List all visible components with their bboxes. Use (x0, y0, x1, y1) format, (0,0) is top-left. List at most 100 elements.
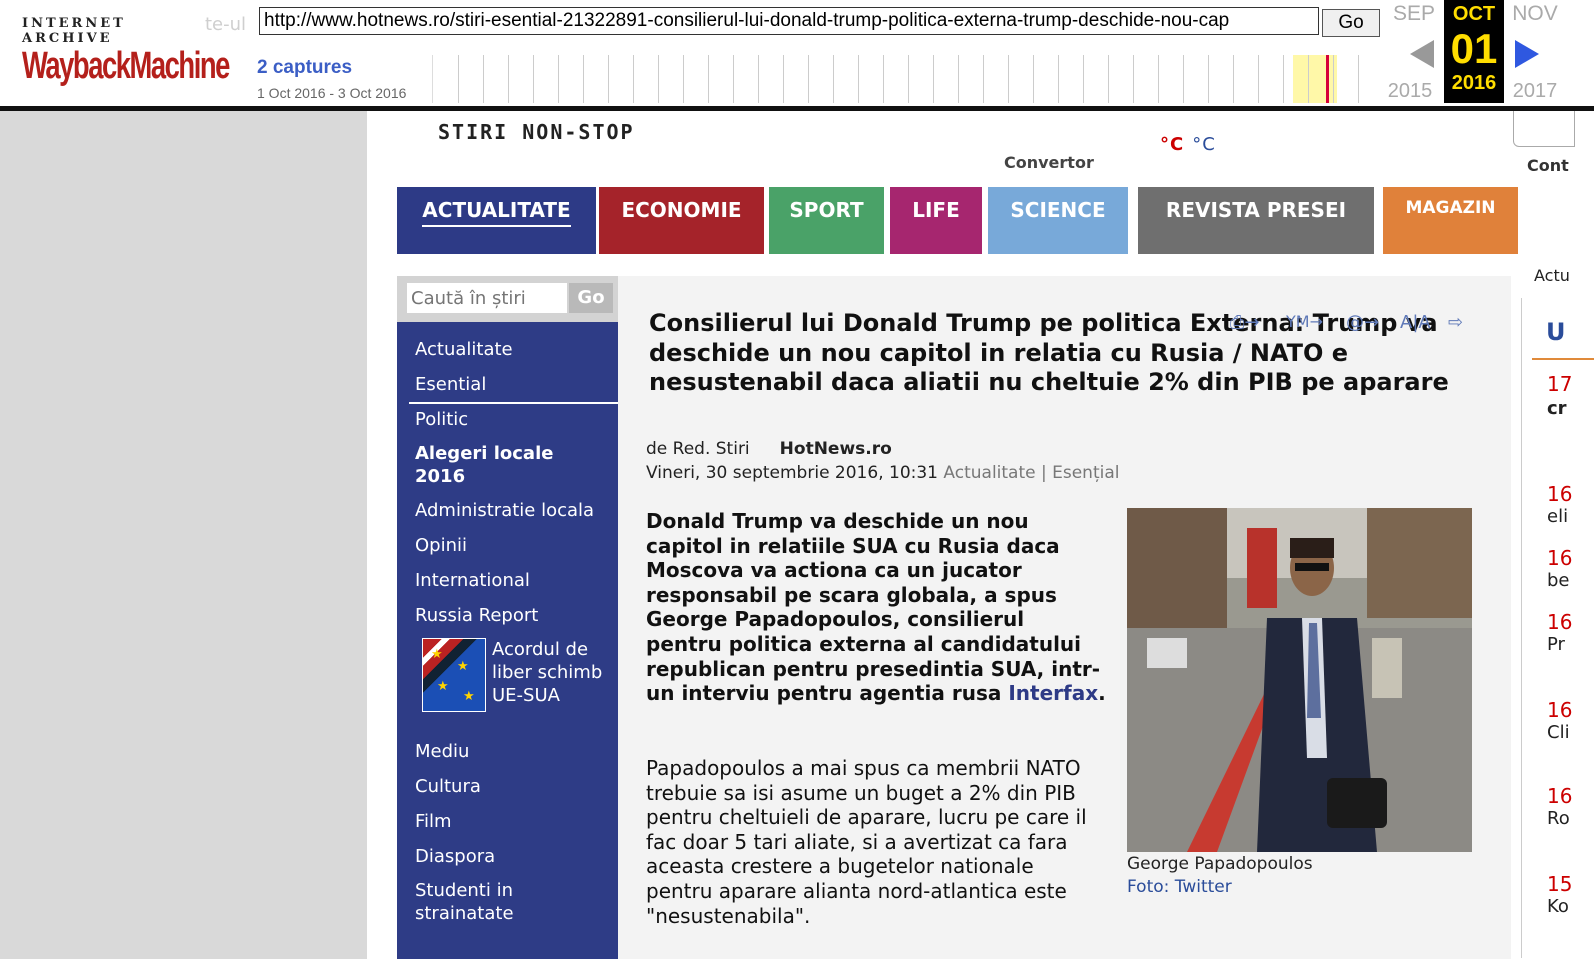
nav-tab-label: SPORT (789, 198, 864, 222)
sidebar-item-administratie-locala[interactable]: Administratie locala (415, 499, 594, 522)
search-input[interactable] (407, 283, 567, 313)
news-time: 16 (1547, 610, 1573, 634)
next-capture-arrow-icon[interactable] (1515, 40, 1539, 68)
sparkline-tick (933, 55, 934, 103)
current-month-highlight (1293, 55, 1337, 103)
url-go-button[interactable]: Go (1322, 9, 1380, 37)
sidebar-item-actualitate[interactable]: Actualitate (415, 338, 513, 361)
sparkline-tick (483, 55, 484, 103)
news-time: 16 (1547, 698, 1573, 722)
news-title[interactable]: eli (1547, 506, 1568, 527)
sidebar-item-opinii[interactable]: Opinii (415, 534, 467, 557)
sidebar-item-esential[interactable]: Esential (415, 373, 486, 396)
sidebar-item-international[interactable]: International (415, 569, 530, 592)
sparkline-tick (958, 55, 959, 103)
news-title[interactable]: Pr (1547, 634, 1565, 655)
article-date: Vineri, 30 septembrie 2016, 10:31 Actual… (646, 463, 1120, 483)
account-link[interactable]: Cont (1527, 156, 1569, 175)
sidebar-item-mediu[interactable]: Mediu (415, 740, 469, 763)
current-capture-date: OCT 01 2016 (1444, 0, 1504, 103)
sparkline-tick (783, 55, 784, 103)
nav-tab-actualitate[interactable]: ACTUALITATE (397, 187, 596, 254)
news-title[interactable]: Cli (1547, 722, 1570, 743)
sparkline-tick (1333, 55, 1334, 103)
prev-capture-arrow-icon[interactable] (1410, 40, 1434, 68)
news-title[interactable]: Ko (1547, 896, 1569, 917)
degree-c2: °C (1192, 134, 1216, 155)
sparkline-tick (1183, 55, 1184, 103)
nav-tab-revista-presei[interactable]: REVISTA PRESEI (1138, 187, 1374, 254)
caption-text: George Papadopoulos (1127, 854, 1313, 874)
next-year-label[interactable]: 2017 (1505, 80, 1565, 103)
prev-year-label[interactable]: 2015 (1380, 80, 1440, 103)
nav-tab-label: ECONOMIE (621, 198, 742, 222)
search-go-button[interactable]: Go (569, 283, 613, 313)
sparkline-tick (533, 55, 534, 103)
sparkline-tick (808, 55, 809, 103)
sparkline-tick (633, 55, 634, 103)
currency-convertor-link[interactable]: Convertor (1004, 153, 1094, 172)
interfax-link[interactable]: Interfax (1008, 681, 1098, 705)
nav-tab-life[interactable]: LIFE (890, 187, 982, 254)
nav-tab-sport[interactable]: SPORT (769, 187, 884, 254)
font-size-icon[interactable]: A|A (1400, 312, 1431, 333)
print-icon[interactable]: ⎙→ (1230, 312, 1259, 333)
news-title[interactable]: cr (1547, 398, 1567, 419)
right-header-letter: U (1546, 318, 1566, 346)
wayback-logo[interactable]: INTERNET ARCHIVE WaybackMachine (22, 16, 230, 87)
sparkline-tick (558, 55, 559, 103)
sparkline-tick (1058, 55, 1059, 103)
share-icon[interactable]: ⇨ (1448, 312, 1463, 333)
nav-tab-science[interactable]: SCIENCE (988, 187, 1128, 254)
url-input[interactable]: http://www.hotnews.ro/stiri-esential-213… (259, 7, 1319, 35)
article-photo[interactable] (1127, 508, 1472, 852)
sidebar-item-diaspora[interactable]: Diaspora (415, 845, 495, 868)
nav-tab-label: REVISTA PRESEI (1165, 198, 1347, 222)
sparkline-tick (1283, 55, 1284, 103)
right-tab-actualitate[interactable]: Actu (1534, 266, 1570, 285)
sparkline-tick (733, 55, 734, 103)
current-year: 2016 (1451, 72, 1497, 94)
news-time: 15 (1547, 872, 1573, 896)
sparkline-tick (1358, 55, 1359, 103)
sidebar-item-politic[interactable]: Politic (415, 408, 468, 431)
ym-icon[interactable]: YM→ (1286, 312, 1323, 331)
sparkline-tick (1133, 55, 1134, 103)
sparkline-tick (1158, 55, 1159, 103)
sparkline-tick (1308, 55, 1309, 103)
sidebar-item-acordul-liber-schimb[interactable]: Acordul de liber schimb UE-SUA (492, 638, 617, 707)
captures-link[interactable]: 2 captures (257, 57, 352, 79)
captures-sparkline[interactable] (432, 55, 1383, 103)
news-title[interactable]: Ro (1547, 808, 1570, 829)
sidebar-item-russia-report[interactable]: Russia Report (415, 604, 538, 627)
logo-wayback-machine-text: WaybackMachine (22, 45, 230, 87)
email-icon[interactable]: @→ (1346, 312, 1379, 333)
author: de Red. Stiri (646, 439, 750, 459)
date-text: Vineri, 30 septembrie 2016, 10:31 (646, 463, 938, 483)
sparkline-tick (708, 55, 709, 103)
next-month-label[interactable]: NOV (1505, 2, 1565, 26)
eu-us-flag-image[interactable]: ★ ★ ★ ★ (422, 638, 486, 712)
news-title[interactable]: be (1547, 570, 1570, 591)
sidebar-item-film[interactable]: Film (415, 810, 452, 833)
right-header-underline (1532, 358, 1594, 360)
nav-tab-magazin[interactable]: MAGAZIN (1383, 187, 1518, 254)
sparkline-tick (858, 55, 859, 103)
sparkline-tick (1083, 55, 1084, 103)
capture-marker[interactable] (1326, 55, 1329, 103)
sparkline-tick (908, 55, 909, 103)
sidebar-item-cultura[interactable]: Cultura (415, 775, 481, 798)
sidebar-menu: Go Actualitate Esential Politic Alegeri … (397, 276, 618, 959)
nav-tab-economie[interactable]: ECONOMIE (599, 187, 764, 254)
prev-month-label[interactable]: SEP (1384, 2, 1444, 26)
search-box-fragment[interactable] (1513, 106, 1575, 147)
sparkline-tick (983, 55, 984, 103)
sidebar-item-alegeri-locale[interactable]: Alegeri locale 2016 (415, 442, 595, 488)
news-time: 17 (1547, 372, 1573, 396)
photo-credit[interactable]: Foto: Twitter (1127, 876, 1313, 899)
sparkline-tick (458, 55, 459, 103)
sidebar-item-studenti-strainatate[interactable]: Studenti in strainatate (415, 879, 565, 925)
article-tools: ⎙→ YM→ @→ A|A ⇨ (1230, 312, 1490, 336)
sparkline-tick (758, 55, 759, 103)
article-categories[interactable]: Actualitate | Esențial (943, 463, 1119, 483)
